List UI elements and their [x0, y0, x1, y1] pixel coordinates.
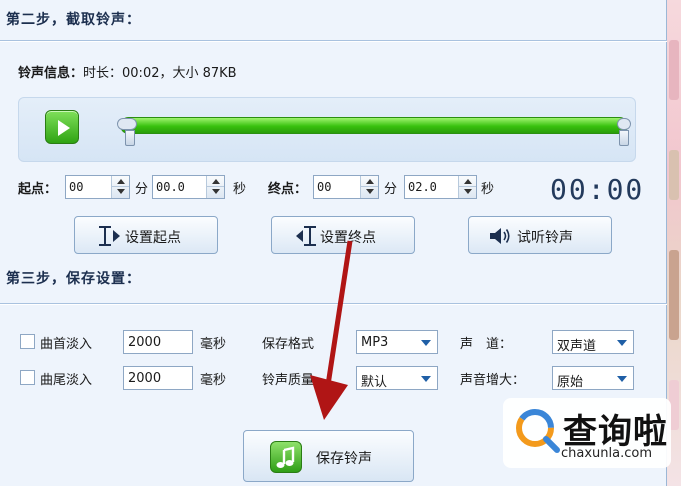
channel-select[interactable]: 双声道: [552, 330, 634, 354]
start-label: 起点：: [18, 182, 58, 197]
time-display: 00:00: [550, 173, 645, 206]
annotation-arrow: [310, 240, 353, 420]
end-minute-value: 00: [317, 180, 332, 194]
gain-label: 声音增大：: [460, 373, 526, 388]
save-ringtone-button[interactable]: 保存铃声: [243, 430, 414, 482]
chevron-down-icon: [421, 376, 431, 382]
save-label: 保存铃声: [316, 451, 372, 467]
step3-title: 第三步，保存设置：: [6, 271, 141, 287]
fade-in-unit: 毫秒: [200, 337, 227, 352]
fade-in-label: 曲首淡入: [40, 337, 93, 352]
set-start-label: 设置起点: [125, 230, 181, 246]
end-second-value: 02.0: [408, 180, 437, 194]
end-label: 终点：: [268, 182, 308, 197]
end-minute-spinner[interactable]: 00: [313, 175, 379, 199]
fade-in-checkbox[interactable]: [20, 334, 35, 349]
selection-track[interactable]: [120, 117, 628, 134]
gain-value: 原始: [557, 375, 584, 390]
channel-label: 声 道：: [460, 337, 513, 352]
ringtone-info: 铃声信息：时长：00:02，大小 87KB: [18, 62, 237, 81]
spin-up-icon[interactable]: [212, 179, 220, 184]
preview-button[interactable]: 试听铃声: [468, 216, 612, 254]
chevron-down-icon: [617, 340, 627, 346]
end-minute-unit: 分: [384, 182, 398, 197]
fade-out-input[interactable]: 2000: [123, 366, 193, 390]
spin-down-icon[interactable]: [464, 189, 472, 194]
spin-down-icon[interactable]: [117, 189, 125, 194]
start-minute-spinner[interactable]: 00: [65, 175, 130, 199]
fade-out-unit: 毫秒: [200, 373, 227, 388]
gain-select[interactable]: 原始: [552, 366, 634, 390]
spin-up-icon[interactable]: [366, 179, 374, 184]
site-watermark: 查询啦 chaxunla.com: [503, 398, 671, 468]
end-second-spinner[interactable]: 02.0: [404, 175, 477, 199]
preview-label: 试听铃声: [517, 230, 573, 246]
info-value: 时长：00:02，大小 87KB: [83, 66, 237, 81]
start-minute-value: 00: [69, 180, 84, 194]
spin-up-icon[interactable]: [464, 179, 472, 184]
start-minute-unit: 分: [135, 182, 149, 197]
watermark-domain: chaxunla.com: [561, 446, 652, 461]
chevron-down-icon: [617, 376, 627, 382]
info-label: 铃声信息：: [18, 66, 84, 81]
play-icon: [58, 120, 70, 136]
chevron-down-icon: [421, 340, 431, 346]
fade-in-input[interactable]: 2000: [123, 330, 193, 354]
fade-out-label: 曲尾淡入: [40, 373, 93, 388]
spin-down-icon[interactable]: [212, 189, 220, 194]
music-note-icon: [270, 441, 302, 473]
play-button[interactable]: [45, 110, 79, 144]
start-second-value: 00.0: [156, 180, 185, 194]
fade-out-checkbox[interactable]: [20, 370, 35, 385]
channel-value: 双声道: [557, 339, 597, 354]
search-logo-icon: [516, 409, 560, 453]
spin-down-icon[interactable]: [366, 189, 374, 194]
spin-up-icon[interactable]: [117, 179, 125, 184]
step2-title: 第二步，截取铃声：: [6, 12, 141, 28]
start-second-spinner[interactable]: 00.0: [152, 175, 225, 199]
set-start-button[interactable]: 设置起点: [74, 216, 218, 254]
fade-in-value: 2000: [128, 335, 162, 350]
fade-out-value: 2000: [128, 371, 162, 386]
end-second-unit: 秒: [481, 182, 495, 197]
start-handle[interactable]: [117, 118, 137, 146]
divider-highlight: [0, 41, 667, 42]
speaker-icon: [490, 228, 510, 244]
end-handle[interactable]: [617, 118, 631, 146]
start-second-unit: 秒: [233, 182, 247, 197]
ibeam-right-icon: [99, 226, 111, 246]
